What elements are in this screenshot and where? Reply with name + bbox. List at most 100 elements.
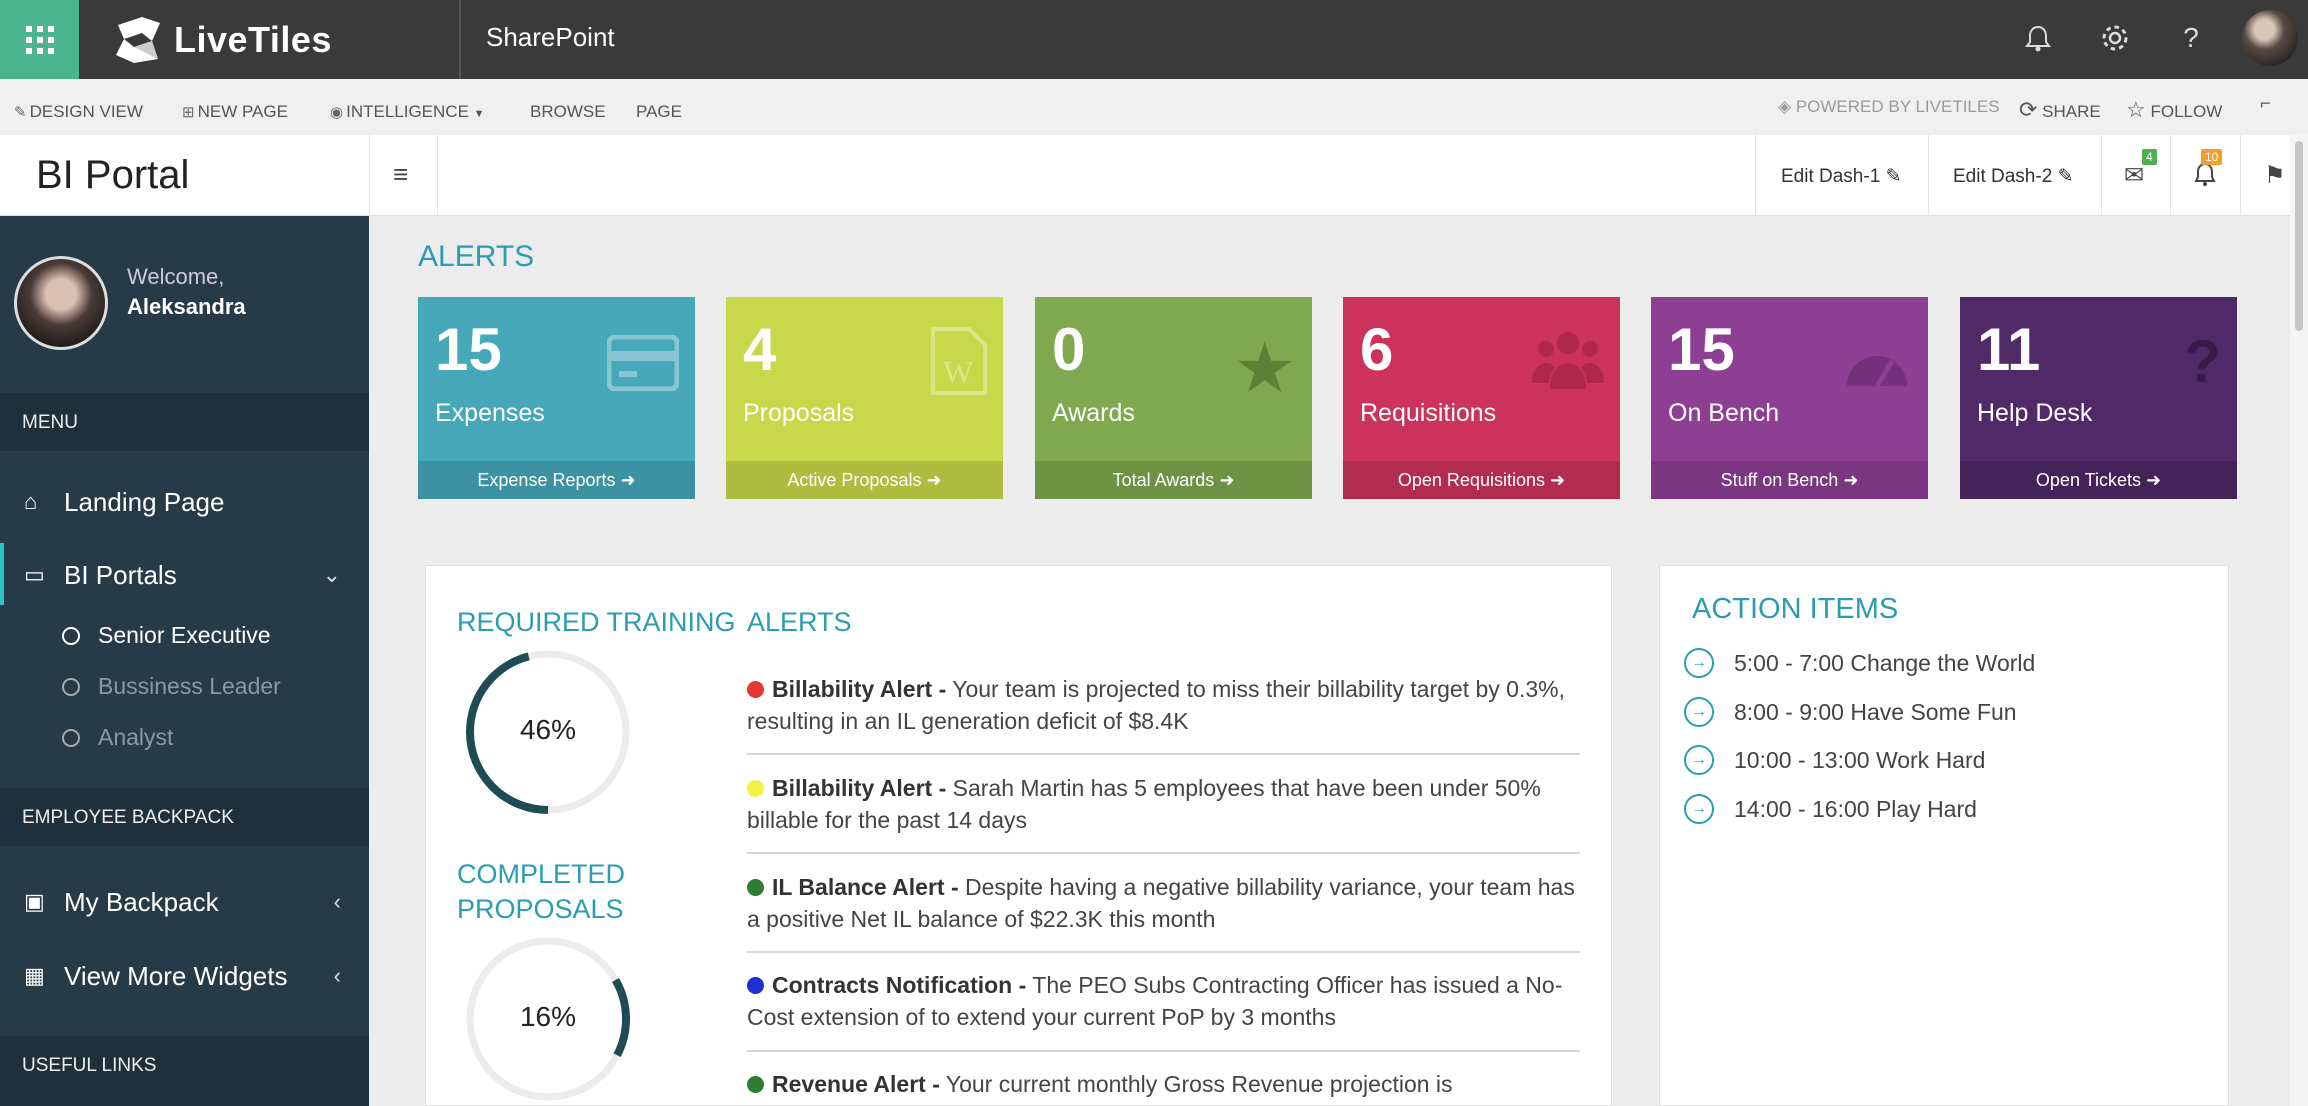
alert-status-dot xyxy=(747,1076,764,1093)
livetiles-logo[interactable]: LiveTiles xyxy=(112,14,332,66)
sidebar-item-landing-page[interactable]: ⌂ Landing Page xyxy=(0,474,369,530)
tile-footer-link[interactable]: Active Proposals ➜ xyxy=(726,461,1003,499)
alert-item[interactable]: Contracts Notification - The PEO Subs Co… xyxy=(747,969,1580,1033)
browse-tab[interactable]: BROWSE xyxy=(530,102,606,122)
mail-badge: 4 xyxy=(2142,149,2157,165)
scrollbar-thumb[interactable] xyxy=(2295,141,2303,331)
tile-requisitions[interactable]: 6 Requisitions Open Requisitions ➜ xyxy=(1343,297,1620,499)
alert-item[interactable]: Billability Alert - Your team is project… xyxy=(747,673,1580,737)
sidebar-item-my-backpack[interactable]: ▣ My Backpack ‹ xyxy=(0,874,369,930)
tile-value: 4 xyxy=(743,316,777,383)
intelligence-menu[interactable]: ◉ INTELLIGENCE ▼ xyxy=(330,102,485,122)
required-training-title: REQUIRED TRAINING xyxy=(457,607,736,637)
arrow-circle-right-icon: ➜ xyxy=(1219,470,1235,490)
hamburger-menu-icon[interactable]: ≡ xyxy=(393,159,408,190)
header-divider xyxy=(369,135,370,216)
tile-awards[interactable]: 0 Awards ★ Total Awards ➜ xyxy=(1035,297,1312,499)
mail-icon[interactable]: ✉ xyxy=(2124,161,2144,190)
design-view-button[interactable]: ✎ DESIGN VIEW xyxy=(14,102,143,122)
help-icon[interactable]: ? xyxy=(2171,18,2211,58)
focus-content-icon[interactable]: ⌐ xyxy=(2260,93,2271,114)
alert-status-dot xyxy=(747,681,764,698)
alert-divider xyxy=(747,852,1580,854)
portal-title: BI Portal xyxy=(36,153,190,197)
alert-item[interactable]: Revenue Alert - Your current monthly Gro… xyxy=(747,1068,1580,1100)
tile-value: 6 xyxy=(1360,316,1394,383)
bell-icon[interactable] xyxy=(2018,18,2058,58)
alert-item[interactable]: Billability Alert - Sarah Martin has 5 e… xyxy=(747,772,1580,836)
header-divider xyxy=(2101,135,2102,216)
tile-label: Help Desk xyxy=(1977,399,2093,427)
sidebar-subitem-business-leader[interactable]: Bussiness Leader xyxy=(62,673,281,700)
tile-footer-link[interactable]: Total Awards ➜ xyxy=(1035,461,1312,499)
chevron-left-icon: ‹ xyxy=(333,963,341,988)
page-tab[interactable]: PAGE xyxy=(636,102,682,122)
alert-status-dot xyxy=(747,879,764,896)
alert-item[interactable]: IL Balance Alert - Despite having a nega… xyxy=(747,871,1580,935)
arrow-circle-right-icon: ➜ xyxy=(1550,470,1566,490)
word-document-icon: W xyxy=(931,327,987,411)
edit-dash-2-button[interactable]: Edit Dash-2 ✎ xyxy=(1953,165,2073,188)
arrow-circle-right-icon: ➜ xyxy=(2145,470,2162,490)
sidebar-item-bi-portals[interactable]: ▭ BI Portals ⌄ xyxy=(0,547,369,603)
bell-outline-icon[interactable] xyxy=(2194,161,2216,194)
tile-help-desk[interactable]: 11 Help Desk ? Open Tickets ➜ xyxy=(1960,297,2237,499)
pencil-icon: ✎ xyxy=(14,104,27,121)
action-item[interactable]: → 10:00 - 13:00 Work Hard xyxy=(1684,745,1985,775)
action-item[interactable]: → 14:00 - 16:00 Play Hard xyxy=(1684,794,1977,824)
powered-by-livetiles[interactable]: ◈ POWERED BY LIVETILES xyxy=(1778,97,2000,117)
gear-icon[interactable] xyxy=(2095,18,2135,58)
sidebar-item-view-more-widgets[interactable]: ▦ View More Widgets ‹ xyxy=(0,948,369,1004)
share-icon: ⟳ xyxy=(2019,97,2038,122)
completed-proposals-value: 16% xyxy=(519,1001,577,1032)
edit-icon: ✎ xyxy=(1885,166,1902,187)
welcome-label: Welcome, xyxy=(127,264,225,289)
edit-dash-1-button[interactable]: Edit Dash-1 ✎ xyxy=(1781,165,1901,188)
briefcase-icon: ▣ xyxy=(24,889,45,914)
menu-section-header: MENU xyxy=(0,393,369,451)
tile-expenses[interactable]: 15 Expenses Expense Reports ➜ xyxy=(418,297,695,499)
welcome-user-name: Aleksandra xyxy=(127,294,246,319)
bell-badge: 10 xyxy=(2201,149,2223,165)
laptop-icon: ▭ xyxy=(24,562,45,587)
tile-footer-link[interactable]: Expense Reports ➜ xyxy=(418,461,695,499)
alert-divider xyxy=(747,1050,1580,1052)
arrow-circle-right-icon: → xyxy=(1684,794,1714,824)
share-button[interactable]: ⟳ SHARE xyxy=(2019,97,2101,123)
circle-icon xyxy=(62,728,80,747)
tile-footer-link[interactable]: Open Requisitions ➜ xyxy=(1343,461,1620,499)
follow-button[interactable]: ☆ FOLLOW xyxy=(2126,97,2222,123)
brain-icon: ◉ xyxy=(330,104,344,121)
arrow-circle-right-icon: ➜ xyxy=(1843,470,1859,490)
page-scrollbar[interactable] xyxy=(2290,135,2308,1106)
arrow-circle-right-icon: ➜ xyxy=(620,470,636,490)
new-page-button[interactable]: ⊞ NEW PAGE xyxy=(182,102,288,122)
action-items-title: ACTION ITEMS xyxy=(1692,593,1899,625)
action-item[interactable]: → 5:00 - 7:00 Change the World xyxy=(1684,648,2035,678)
suite-title[interactable]: SharePoint xyxy=(486,22,615,53)
tile-footer-link[interactable]: Open Tickets ➜ xyxy=(1960,461,2237,499)
tile-label: Awards xyxy=(1052,399,1135,427)
svg-text:W: W xyxy=(943,354,974,390)
flag-icon[interactable]: ⚑ xyxy=(2264,161,2286,190)
action-items-card xyxy=(1659,565,2229,1106)
user-avatar[interactable] xyxy=(2242,10,2298,66)
tile-footer-link[interactable]: Stuff on Bench ➜ xyxy=(1651,461,1928,499)
sidebar-subitem-senior-executive[interactable]: Senior Executive xyxy=(62,622,271,649)
completed-proposals-title-line1: COMPLETED xyxy=(457,859,626,889)
employee-backpack-section-header: EMPLOYEE BACKPACK xyxy=(0,788,369,846)
users-icon xyxy=(1532,327,1604,407)
edit-icon: ✎ xyxy=(2057,166,2074,187)
tile-on-bench[interactable]: 15 On Bench Stuff on Bench ➜ xyxy=(1651,297,1928,499)
alerts-section-title: ALERTS xyxy=(418,240,535,273)
sidebar-subitem-analyst[interactable]: Analyst xyxy=(62,724,173,751)
home-icon: ⌂ xyxy=(24,489,38,514)
header-divider xyxy=(1755,135,1756,216)
caret-down-icon: ▼ xyxy=(473,108,485,120)
tile-proposals[interactable]: 4 Proposals W Active Proposals ➜ xyxy=(726,297,1003,499)
sidebar-avatar[interactable] xyxy=(14,256,108,350)
tile-value: 15 xyxy=(435,316,502,383)
action-item[interactable]: → 8:00 - 9:00 Have Some Fun xyxy=(1684,697,2017,727)
app-launcher-button[interactable] xyxy=(0,0,79,79)
star-outline-icon: ☆ xyxy=(2126,97,2146,122)
